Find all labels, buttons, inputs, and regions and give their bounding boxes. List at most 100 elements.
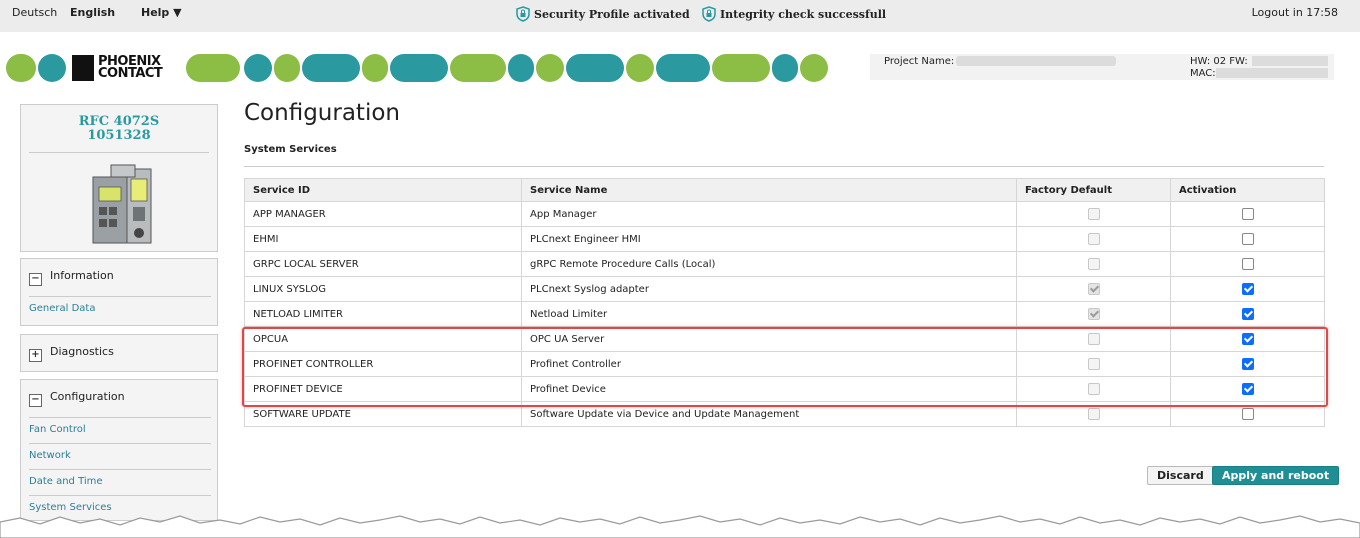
- divider: [29, 417, 211, 418]
- top-bar: Deutsch English Help ▼ Security Profile …: [0, 0, 1360, 32]
- table-header-row: Service ID Service Name Factory Default …: [244, 178, 1325, 202]
- column-header-activation: Activation: [1170, 178, 1325, 202]
- activation-checkbox[interactable]: [1241, 408, 1254, 420]
- sidebar-item-fan-control[interactable]: Fan Control: [29, 424, 86, 435]
- factory-default-cell: [1016, 376, 1171, 402]
- activation-cell: [1170, 276, 1325, 302]
- logo-text-line2: CONTACT: [98, 66, 163, 81]
- activation-checkbox[interactable]: [1241, 233, 1254, 245]
- sidebar-diagnostics-label: Diagnostics: [50, 345, 114, 358]
- table-row: SOFTWARE UPDATE Software Update via Devic…: [244, 401, 1325, 427]
- factory-default-cell: [1016, 276, 1171, 302]
- expand-icon[interactable]: +: [29, 349, 42, 362]
- help-menu[interactable]: Help ▼: [141, 6, 182, 19]
- table-row: GRPC LOCAL SERVER gRPC Remote Procedure C…: [244, 251, 1325, 277]
- service-id-cell: SOFTWARE UPDATE: [244, 401, 522, 427]
- sidebar-item-general-data[interactable]: General Data: [29, 303, 95, 314]
- sidebar-item-date-and-time[interactable]: Date and Time: [29, 476, 103, 487]
- apply-and-reboot-button[interactable]: Apply and reboot: [1212, 466, 1340, 485]
- banner-dot: [302, 54, 360, 82]
- service-name-cell: App Manager: [521, 201, 1017, 227]
- factory-default-cell: [1016, 301, 1171, 327]
- service-name-cell: Profinet Device: [521, 376, 1017, 402]
- banner-dot: [656, 54, 710, 82]
- sidebar-diagnostics-header[interactable]: + Diagnostics: [29, 345, 114, 362]
- column-header-factory-default: Factory Default: [1016, 178, 1171, 202]
- activation-cell: [1170, 351, 1325, 377]
- activation-checkbox[interactable]: [1241, 333, 1254, 345]
- factory-default-cell: [1016, 251, 1171, 277]
- factory-default-checkbox: [1087, 308, 1100, 320]
- banner-dot: [712, 54, 770, 82]
- banner-dot: [186, 54, 240, 82]
- sidebar-information-section: − Information General Data: [20, 258, 218, 326]
- sidebar-item-network[interactable]: Network: [29, 450, 71, 461]
- hw-fw-label: HW: 02 FW:: [1190, 56, 1248, 67]
- factory-default-checkbox: [1087, 358, 1100, 370]
- mac-label: MAC:: [1190, 68, 1216, 79]
- activation-cell: [1170, 401, 1325, 427]
- banner-dot: [38, 54, 66, 82]
- factory-default-checkbox: [1087, 383, 1100, 395]
- table-row: OPCUA OPC UA Server: [244, 326, 1325, 352]
- project-info-panel: Project Name: HW: 02 FW: MAC:: [870, 54, 1334, 80]
- factory-default-checkbox: [1087, 258, 1100, 270]
- device-number: 1051328: [87, 128, 151, 143]
- brand-banner: PHOENIX CONTACT: [6, 54, 836, 82]
- column-header-service-id: Service ID: [244, 178, 522, 202]
- language-deutsch-link[interactable]: Deutsch: [12, 6, 57, 19]
- collapse-icon[interactable]: −: [29, 273, 42, 286]
- factory-default-cell: [1016, 351, 1171, 377]
- shield-icon: [516, 6, 530, 22]
- banner-dot: [626, 54, 654, 82]
- device-info-box: RFC 4072S 1051328: [20, 104, 218, 252]
- activation-cell: [1170, 301, 1325, 327]
- table-body: APP MANAGER App Manager EHMI PLCnext Engine…: [244, 201, 1325, 427]
- project-name-label: Project Name:: [884, 56, 955, 67]
- logo-mark: [72, 55, 94, 81]
- sidebar-configuration-header[interactable]: − Configuration: [29, 390, 125, 407]
- factory-default-cell: [1016, 226, 1171, 252]
- banner-dot: [274, 54, 300, 82]
- service-name-cell: OPC UA Server: [521, 326, 1017, 352]
- discard-button[interactable]: Discard: [1147, 466, 1214, 485]
- banner-dot: [244, 54, 272, 82]
- factory-default-cell: [1016, 201, 1171, 227]
- divider: [29, 469, 211, 470]
- factory-default-checkbox: [1087, 233, 1100, 245]
- activation-cell: [1170, 326, 1325, 352]
- page-title: Configuration: [244, 100, 400, 126]
- sidebar-information-label: Information: [50, 269, 114, 282]
- factory-default-checkbox: [1087, 333, 1100, 345]
- service-id-cell: PROFINET CONTROLLER: [244, 351, 522, 377]
- banner-dot: [6, 54, 36, 82]
- controller-device-image: [92, 164, 152, 244]
- activation-checkbox[interactable]: [1241, 258, 1254, 270]
- service-id-cell: PROFINET DEVICE: [244, 376, 522, 402]
- banner-dot: [362, 54, 388, 82]
- factory-default-cell: [1016, 401, 1171, 427]
- table-row: PROFINET DEVICE Profinet Device: [244, 376, 1325, 402]
- banner-dot: [772, 54, 798, 82]
- activation-cell: [1170, 226, 1325, 252]
- activation-checkbox[interactable]: [1241, 308, 1254, 320]
- logout-timer[interactable]: Logout in 17:58: [1252, 6, 1338, 19]
- service-name-cell: Software Update via Device and Update Ma…: [521, 401, 1017, 427]
- collapse-icon[interactable]: −: [29, 394, 42, 407]
- sidebar-information-header[interactable]: − Information: [29, 269, 114, 286]
- service-id-cell: APP MANAGER: [244, 201, 522, 227]
- table-row: PROFINET CONTROLLER Profinet Controller: [244, 351, 1325, 377]
- language-english-link[interactable]: English: [70, 6, 115, 19]
- section-title: System Services: [244, 144, 337, 155]
- activation-checkbox[interactable]: [1241, 383, 1254, 395]
- table-row: EHMI PLCnext Engineer HMI: [244, 226, 1325, 252]
- activation-cell: [1170, 201, 1325, 227]
- column-header-service-name: Service Name: [521, 178, 1017, 202]
- shield-icon: [702, 6, 716, 22]
- activation-checkbox[interactable]: [1241, 208, 1254, 220]
- banner-dot: [450, 54, 506, 82]
- activation-checkbox[interactable]: [1241, 283, 1254, 295]
- table-row: LINUX SYSLOG PLCnext Syslog adapter: [244, 276, 1325, 302]
- banner-dot: [800, 54, 828, 82]
- activation-checkbox[interactable]: [1241, 358, 1254, 370]
